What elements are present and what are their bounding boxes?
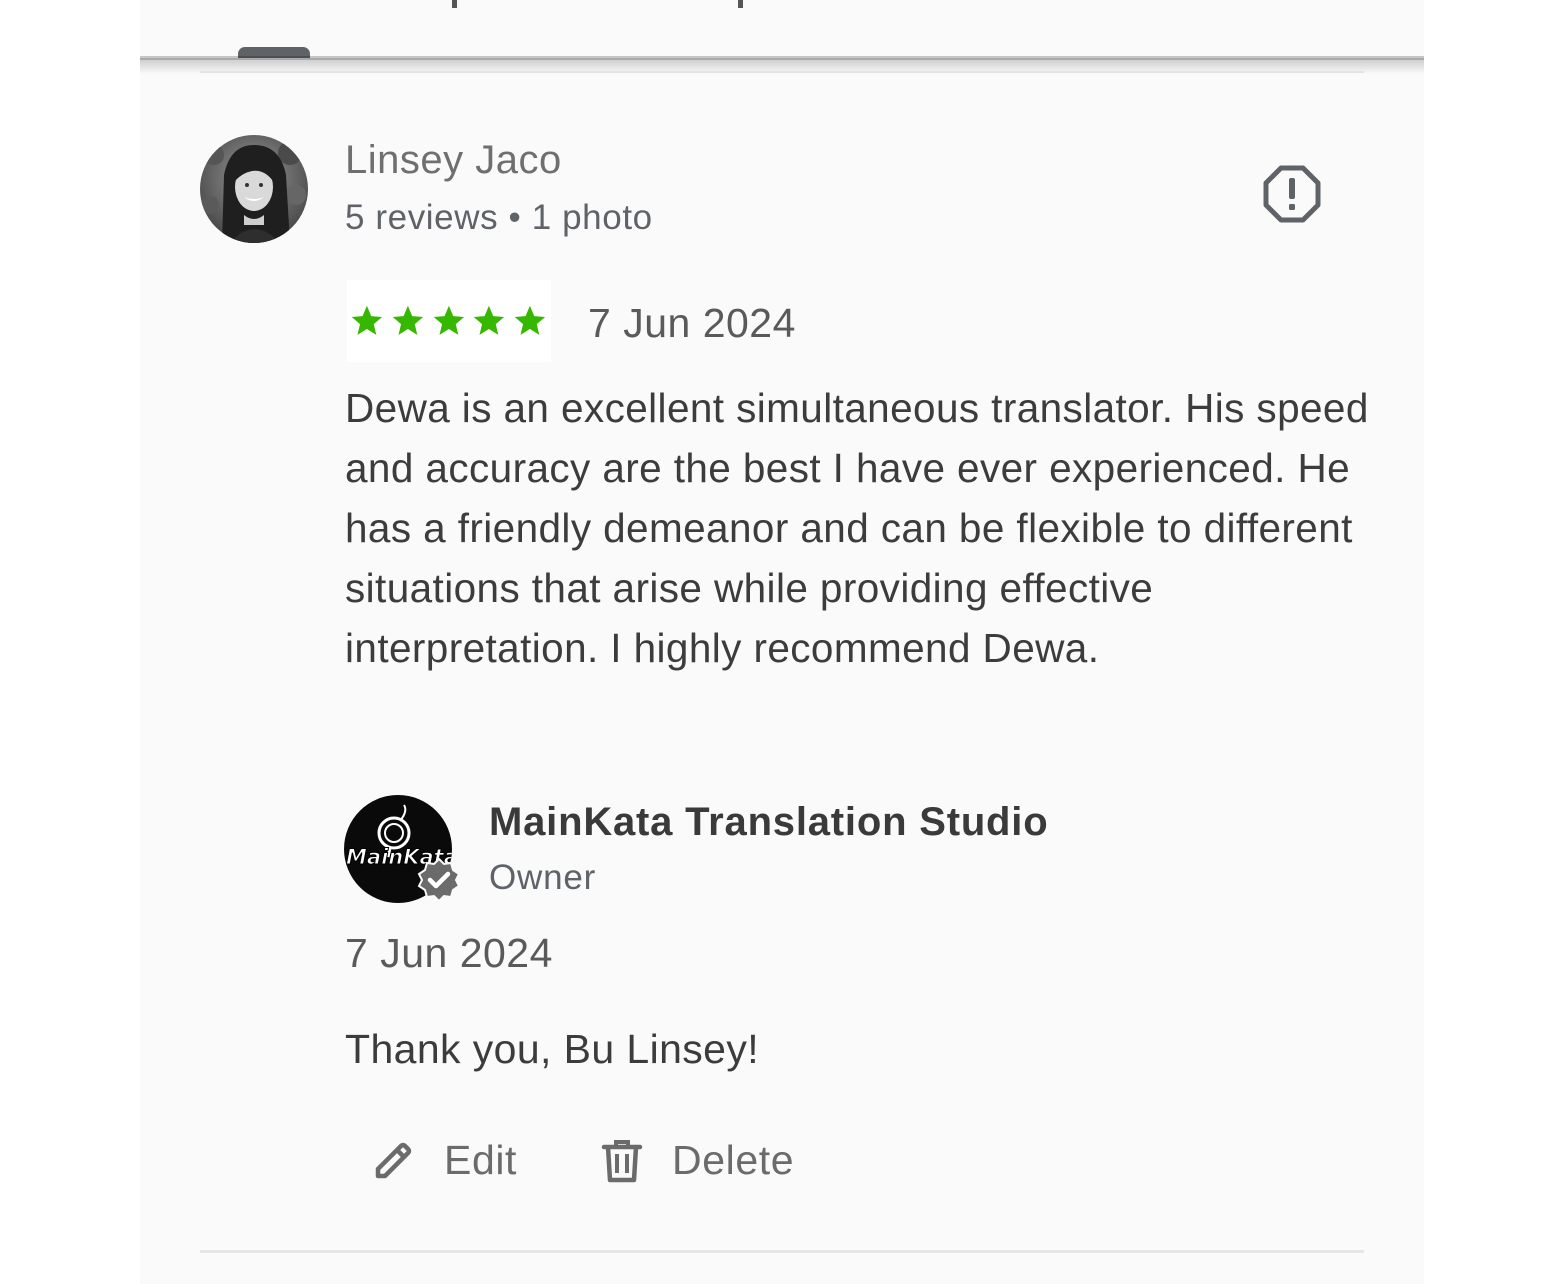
- divider: [200, 71, 1364, 73]
- reply-date: 7 Jun 2024: [345, 930, 553, 976]
- star-icon: [474, 305, 505, 335]
- edit-button[interactable]: Edit: [370, 1128, 517, 1192]
- delete-label: Delete: [672, 1136, 795, 1183]
- header-strip: [140, 0, 1424, 60]
- review-page: Linsey Jaco 5 reviews • 1 photo 7 Jun 20…: [0, 0, 1564, 1284]
- reviewer-name[interactable]: Linsey Jaco: [345, 138, 562, 183]
- reviewer-avatar[interactable]: [200, 135, 308, 243]
- verified-badge-icon: [417, 857, 461, 903]
- pencil-icon: [375, 1142, 412, 1179]
- star-icon: [433, 305, 464, 335]
- star-rating: [347, 280, 551, 362]
- edit-label: Edit: [444, 1136, 518, 1183]
- delete-button[interactable]: Delete: [598, 1128, 794, 1192]
- owner-name: MainKata Translation Studio: [489, 800, 1049, 844]
- reviewer-meta: 5 reviews • 1 photo: [345, 198, 653, 237]
- divider: [200, 1250, 1364, 1253]
- report-button[interactable]: [1262, 164, 1322, 224]
- star-icon: [514, 305, 546, 335]
- star-icon: [392, 305, 423, 335]
- reviewer-photo: [200, 135, 308, 243]
- trash-icon: [601, 1140, 643, 1183]
- review-date: 7 Jun 2024: [588, 300, 796, 346]
- owner-role: Owner: [489, 858, 597, 897]
- report-octagon-icon: [1263, 165, 1321, 223]
- review-text: Dewa is an excellent simultaneous transl…: [345, 385, 1369, 671]
- star-icon: [351, 305, 383, 335]
- reply-text: Thank you, Bu Linsey!: [345, 1026, 760, 1072]
